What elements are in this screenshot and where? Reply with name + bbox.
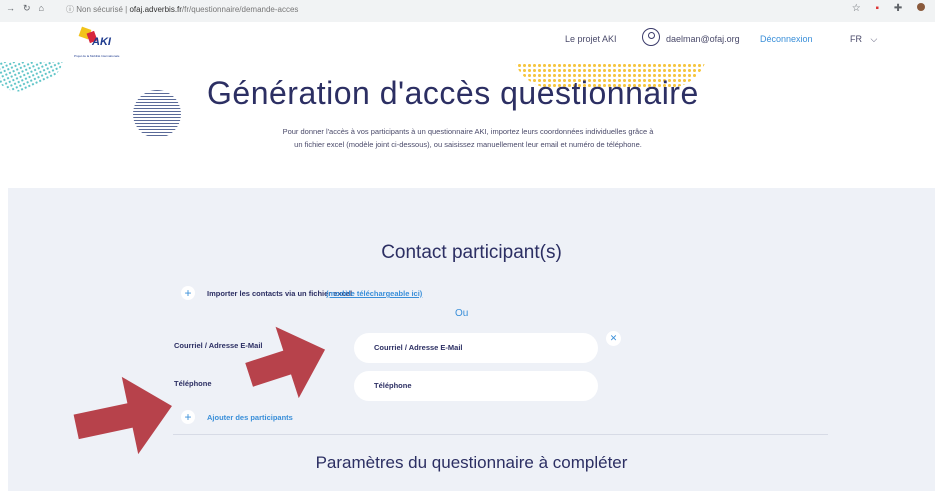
extension-icon[interactable]: ▪ (876, 3, 880, 14)
lock-icon: ⓘ (66, 5, 74, 14)
hero-section: Génération d'accès questionnaire Pour do… (0, 62, 935, 188)
user-email: daelman@ofaj.org (666, 34, 740, 44)
or-separator: Ou (455, 308, 469, 319)
annotation-arrow-right (245, 326, 326, 399)
site-header: AKI Projet de la Mobilité Internationale… (0, 22, 935, 63)
phone-label: Téléphone (174, 379, 212, 388)
template-download-link[interactable]: (modèle téléchargeable ici) (326, 289, 422, 298)
star-icon[interactable]: ☆ (852, 3, 861, 14)
url-host: ofaj.adverbis.fr (129, 5, 182, 14)
user-icon (642, 28, 660, 46)
page-intro: Pour donner l'accès à vos participants à… (282, 127, 654, 149)
section-divider (173, 434, 828, 435)
browser-extensions: ☆ ▪ ✚ (840, 3, 925, 14)
aki-logo[interactable]: AKI Projet de la Mobilité Internationale (74, 24, 120, 60)
language-selector[interactable]: FR ⌵ (850, 34, 877, 45)
nav-project-link[interactable]: Le projet AKI (565, 34, 617, 44)
logout-link[interactable]: Déconnexion (760, 34, 813, 44)
annotation-arrow-left (73, 376, 172, 455)
section-title: Contact participant(s) (381, 242, 562, 263)
url-path: /fr/questionnaire/demande-acces (181, 5, 299, 14)
puzzle-icon[interactable]: ✚ (894, 3, 902, 14)
phone-field[interactable]: Téléphone (354, 371, 598, 401)
url-security-label: Non sécurisé | (76, 5, 130, 14)
logo-subtitle: Projet de la Mobilité Internationale (74, 54, 120, 58)
remove-row-icon[interactable]: ✕ (606, 331, 621, 346)
add-participant-plus-icon[interactable]: + (181, 410, 195, 424)
page-title: Génération d'accès questionnaire (207, 75, 699, 111)
chevron-down-icon: ⌵ (870, 34, 878, 44)
logo-text: AKI (92, 36, 111, 48)
email-field[interactable]: Courriel / Adresse E-Mail (354, 333, 598, 363)
decorative-teal-shape (0, 62, 71, 99)
decorative-striped-circle (133, 90, 181, 138)
profile-avatar-icon[interactable] (917, 3, 925, 11)
language-label: FR (850, 34, 862, 44)
import-plus-icon[interactable]: + (181, 286, 195, 300)
address-bar[interactable]: ⓘ Non sécurisé | ofaj.adverbis.fr/fr/que… (66, 4, 298, 15)
browser-nav-icons[interactable]: →↻⌂ (6, 3, 52, 14)
browser-toolbar: →↻⌂ ⓘ Non sécurisé | ofaj.adverbis.fr/fr… (0, 0, 935, 22)
add-participants-button[interactable]: Ajouter des participants (207, 413, 293, 422)
